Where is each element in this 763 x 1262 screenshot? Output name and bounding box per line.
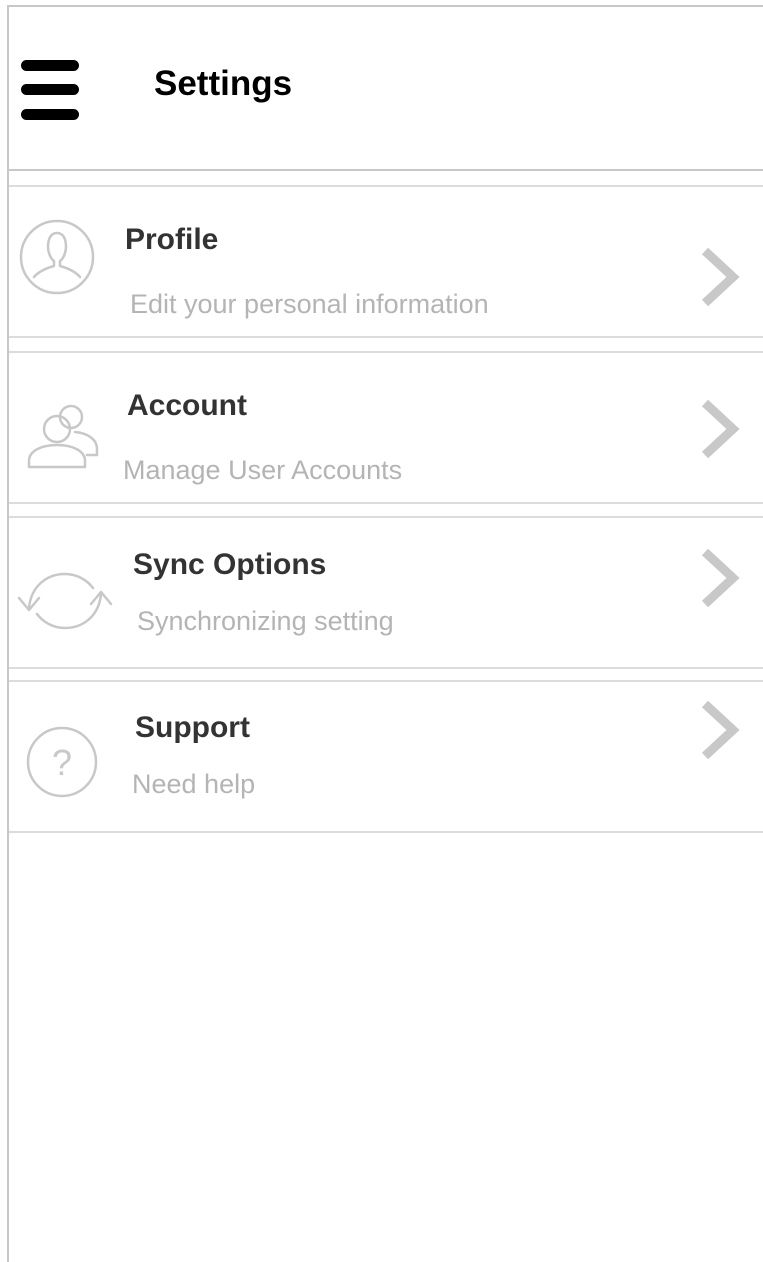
settings-item-subtitle: Manage User Accounts: [123, 455, 403, 485]
chevron-right-icon: [697, 698, 743, 762]
settings-item-subtitle: Edit your personal information: [130, 289, 489, 319]
settings-item-title: Account: [127, 389, 247, 422]
settings-item-support[interactable]: ? Support Need help: [9, 680, 763, 833]
hamburger-bar: [21, 60, 79, 71]
app-frame: Settings Profile Edit your personal info…: [0, 0, 763, 1262]
chevron-right-icon: [697, 546, 743, 610]
page-title: Settings: [154, 64, 293, 103]
sync-icon: [15, 556, 115, 646]
settings-item-account[interactable]: Account Manage User Accounts: [9, 351, 763, 504]
users-icon: [23, 399, 103, 479]
header-bar: [9, 7, 763, 171]
svg-text:?: ?: [52, 742, 72, 783]
user-circle-icon: [17, 217, 97, 297]
settings-item-title: Support: [135, 711, 250, 744]
settings-item-title: Sync Options: [133, 548, 327, 581]
help-circle-icon: ?: [25, 725, 99, 799]
settings-item-sync[interactable]: Sync Options Synchronizing setting: [9, 516, 763, 669]
hamburger-bar: [21, 109, 79, 120]
hamburger-bar: [21, 84, 79, 95]
chevron-right-icon: [697, 245, 743, 309]
settings-item-subtitle: Synchronizing setting: [137, 606, 394, 636]
settings-item-title: Profile: [125, 223, 219, 256]
settings-item-subtitle: Need help: [132, 769, 256, 799]
settings-item-profile[interactable]: Profile Edit your personal information: [9, 185, 763, 338]
hamburger-menu-icon[interactable]: [21, 57, 81, 123]
chevron-right-icon: [697, 397, 743, 461]
